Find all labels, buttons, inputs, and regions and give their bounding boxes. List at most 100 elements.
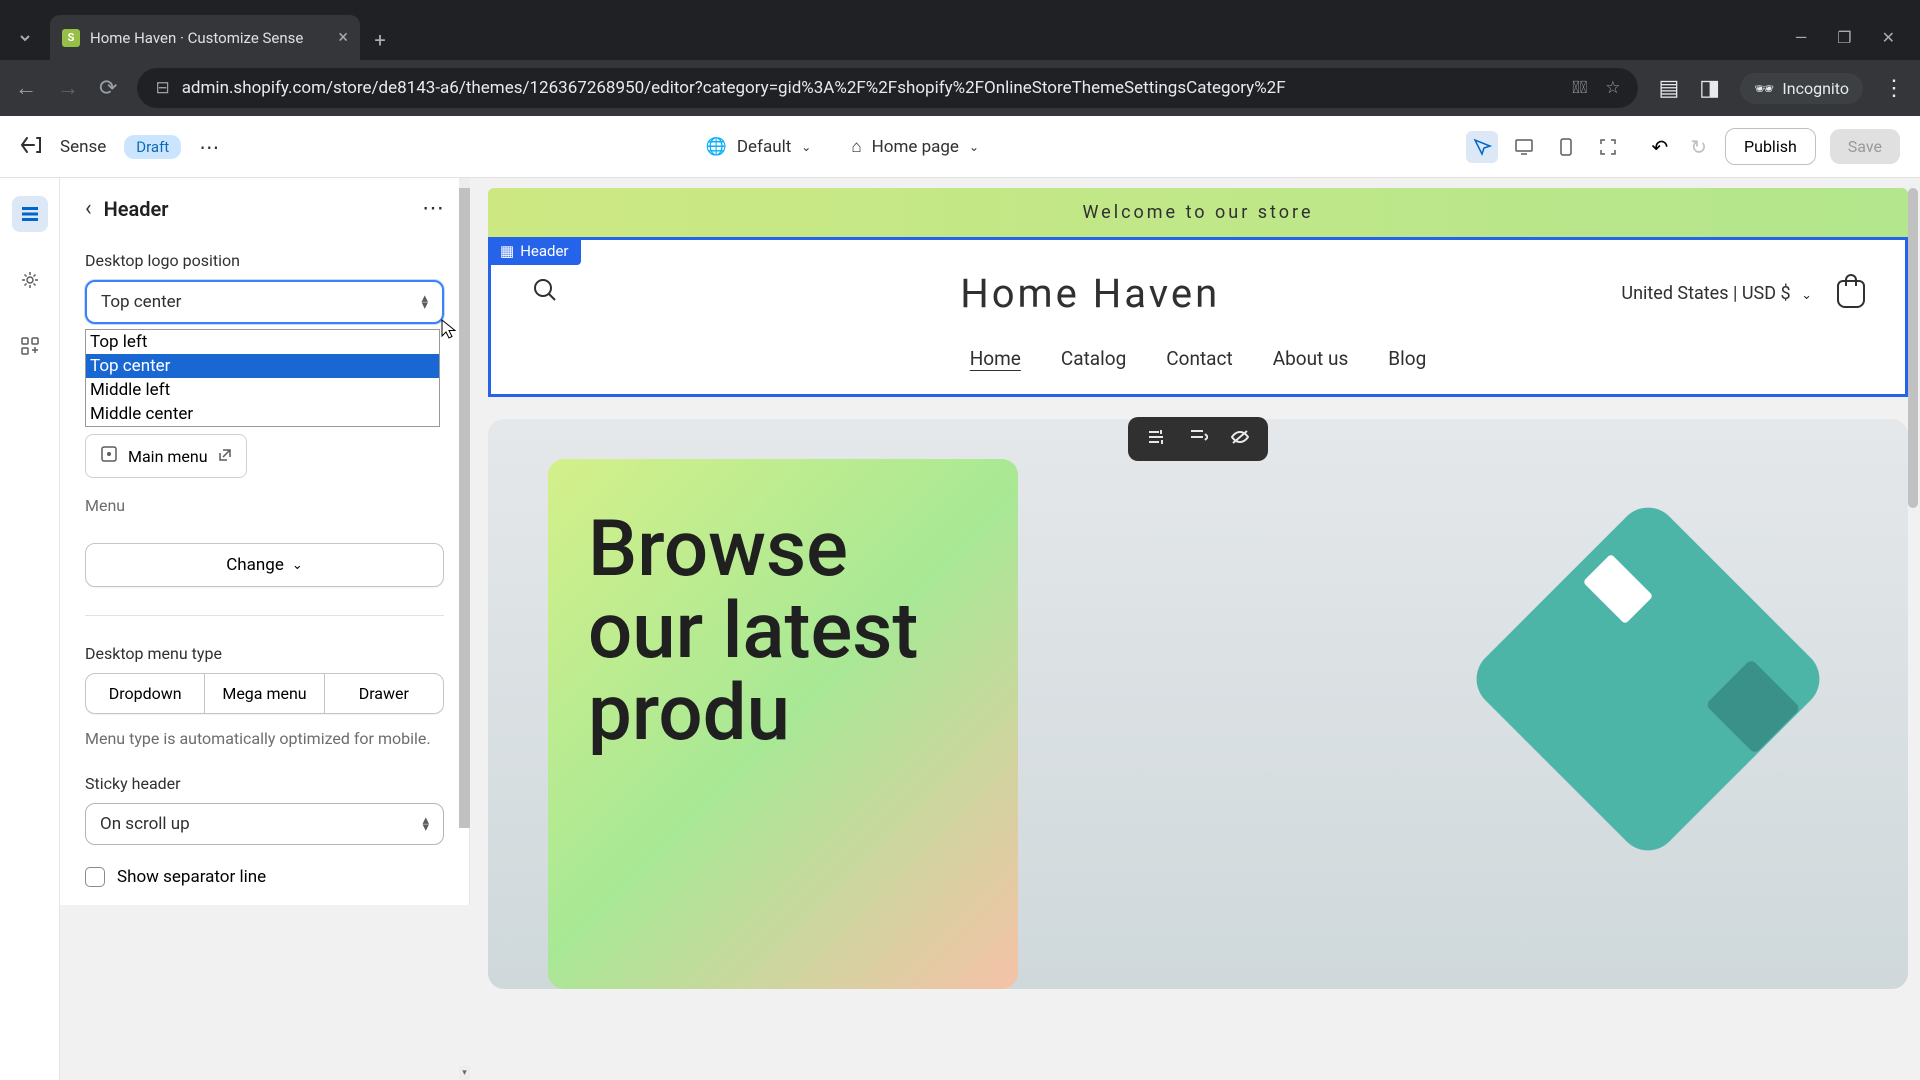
side-panel-icon[interactable]: ◨ — [1699, 76, 1720, 101]
app-embeds-rail-icon[interactable] — [12, 328, 48, 364]
nav-about[interactable]: About us — [1273, 347, 1349, 370]
reading-list-icon[interactable]: ▤ — [1658, 76, 1679, 101]
new-tab-button[interactable]: + — [360, 20, 400, 60]
desktop-view-icon[interactable] — [1508, 131, 1540, 163]
nav-home[interactable]: Home — [970, 347, 1021, 370]
locale-selector[interactable]: United States | USD $ ⌄ — [1621, 283, 1812, 304]
redo-icon: ↻ — [1686, 131, 1711, 163]
site-settings-icon[interactable]: ⊟ — [155, 78, 169, 98]
preview-scrollbar-thumb[interactable] — [1908, 188, 1918, 508]
menu-label: Menu — [85, 496, 444, 515]
dropdown-option-top-left[interactable]: Top left — [86, 330, 439, 354]
back-chevron-icon[interactable]: ‹ — [85, 196, 92, 221]
logo-position-select[interactable]: Top center ▴▾ — [85, 280, 444, 324]
left-rail — [0, 178, 60, 1080]
segment-mega-menu[interactable]: Mega menu — [205, 674, 324, 713]
section-title: Header — [104, 197, 410, 221]
theme-settings-rail-icon[interactable] — [12, 262, 48, 298]
store-logo-text[interactable]: Home Haven — [960, 270, 1220, 317]
nav-catalog[interactable]: Catalog — [1061, 347, 1126, 370]
dropdown-option-middle-left[interactable]: Middle left — [86, 378, 439, 402]
close-window-icon[interactable]: ✕ — [1882, 28, 1895, 47]
template-selector[interactable]: 🌐 Default ⌄ — [706, 137, 812, 157]
separator-checkbox[interactable] — [85, 867, 105, 887]
browser-tab[interactable]: S Home Haven · Customize Sense × — [50, 15, 360, 60]
sidebar-scrollbar-thumb[interactable] — [459, 188, 470, 828]
bookmark-icon[interactable]: ☆ — [1605, 78, 1620, 98]
select-arrows-icon: ▴▾ — [421, 295, 428, 309]
fullscreen-icon[interactable] — [1592, 131, 1624, 163]
address-bar[interactable]: ⊟ admin.shopify.com/store/de8143-a6/them… — [137, 68, 1638, 108]
chevron-down-icon: ⌄ — [801, 140, 811, 154]
change-menu-button[interactable]: Change ⌄ — [85, 543, 444, 587]
sections-rail-icon[interactable] — [12, 196, 48, 232]
hero-image-area — [1018, 419, 1908, 989]
settings-sidebar: ‹ Header ⋯ Desktop logo position Top cen… — [60, 178, 470, 905]
segment-drawer[interactable]: Drawer — [325, 674, 443, 713]
url-text: admin.shopify.com/store/de8143-a6/themes… — [182, 78, 1286, 98]
incognito-indicator[interactable]: 🕶 Incognito — [1740, 73, 1863, 104]
theme-name: Sense — [60, 137, 106, 157]
preview-header-section[interactable]: ▦ Header Home Haven United States | USD … — [488, 237, 1908, 397]
dropdown-option-middle-center[interactable]: Middle center — [86, 402, 439, 426]
section-tag: ▦ Header — [488, 237, 581, 265]
incognito-icon: 🕶 — [1754, 79, 1774, 98]
hero-heading: Browse our latest produ — [588, 509, 978, 755]
cart-icon[interactable] — [1837, 280, 1865, 308]
sidebar-scroll-up-icon[interactable] — [459, 178, 470, 188]
draft-badge: Draft — [124, 135, 181, 159]
address-bar-row: ← → ⟳ ⊟ admin.shopify.com/store/de8143-a… — [0, 60, 1920, 116]
segment-dropdown[interactable]: Dropdown — [86, 674, 205, 713]
more-actions-icon[interactable]: ⋯ — [199, 135, 219, 159]
template-label: Default — [737, 137, 791, 157]
publish-button[interactable]: Publish — [1725, 128, 1816, 165]
external-link-icon — [218, 447, 232, 466]
sticky-header-select[interactable]: On scroll up ▴▾ — [85, 803, 444, 845]
incognito-label: Incognito — [1782, 79, 1849, 98]
browser-tab-strip: S Home Haven · Customize Sense × + — ❐ ✕ — [0, 0, 1920, 60]
nav-contact[interactable]: Contact — [1166, 347, 1232, 370]
undo-icon[interactable]: ↶ — [1648, 131, 1673, 163]
back-icon[interactable]: ← — [15, 75, 37, 101]
sticky-header-label: Sticky header — [85, 774, 444, 793]
hero-section[interactable]: Browse our latest produ — [488, 419, 1908, 989]
forward-icon: → — [57, 75, 79, 101]
section-floating-toolbar — [1128, 417, 1268, 461]
browser-menu-icon[interactable]: ⋮ — [1883, 76, 1905, 101]
hide-toolbar-icon[interactable] — [1230, 427, 1250, 451]
close-tab-icon[interactable]: × — [338, 27, 348, 48]
section-tag-label: Header — [520, 242, 568, 260]
inspector-icon[interactable] — [1466, 131, 1498, 163]
cursor-icon — [440, 318, 458, 345]
chevron-down-icon: ⌄ — [969, 140, 979, 154]
menu-type-segmented: Dropdown Mega menu Drawer — [85, 673, 444, 714]
sidebar-scroll-down-icon[interactable]: ▾ — [459, 1066, 470, 1080]
settings-toolbar-icon[interactable] — [1146, 427, 1166, 451]
tab-search-dropdown[interactable] — [0, 15, 50, 60]
globe-icon: 🌐 — [706, 137, 727, 157]
sticky-header-value: On scroll up — [100, 814, 190, 834]
page-selector[interactable]: ⌂ Home page ⌄ — [851, 137, 979, 157]
page-label: Home page — [872, 137, 959, 157]
mobile-view-icon[interactable] — [1550, 131, 1582, 163]
minimize-icon[interactable]: — — [1795, 28, 1808, 47]
select-arrows-icon: ▴▾ — [422, 817, 429, 831]
section-actions-icon[interactable]: ⋯ — [422, 196, 444, 221]
header-navigation: Home Catalog Contact About us Blog — [531, 347, 1865, 370]
dropdown-option-top-center[interactable]: Top center — [86, 354, 439, 378]
hero-text-card: Browse our latest produ — [548, 459, 1018, 989]
section-tag-icon: ▦ — [500, 242, 514, 260]
home-icon: ⌂ — [851, 137, 861, 157]
search-icon[interactable] — [531, 276, 559, 311]
announcement-bar[interactable]: Welcome to our store — [488, 188, 1908, 237]
reload-icon[interactable]: ⟳ — [99, 76, 117, 101]
menu-link[interactable]: Main menu — [85, 434, 247, 478]
nav-blog[interactable]: Blog — [1388, 347, 1426, 370]
visibility-off-icon[interactable]: 👁̸ — [1572, 78, 1587, 98]
separator-label: Show separator line — [117, 867, 266, 887]
editor-toolbar: Sense Draft ⋯ 🌐 Default ⌄ ⌂ Home page ⌄ — [0, 116, 1920, 178]
maximize-icon[interactable]: ❐ — [1837, 28, 1851, 47]
duplicate-toolbar-icon[interactable] — [1188, 427, 1208, 451]
menu-type-label: Desktop menu type — [85, 644, 444, 663]
exit-editor-icon[interactable] — [20, 135, 42, 159]
